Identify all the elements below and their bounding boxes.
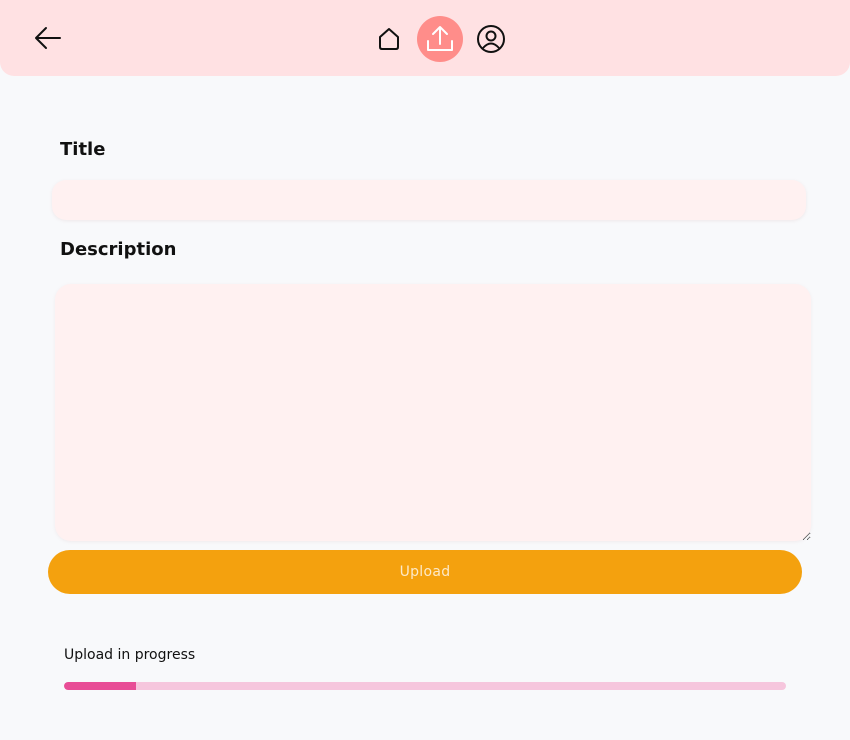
nav-profile-button[interactable] [474,22,508,56]
upload-progress-fill [64,682,137,690]
top-nav-bar [0,0,850,76]
upload-progress-bar [64,682,786,690]
description-textarea[interactable] [55,284,811,541]
upload-icon [427,26,453,51]
arrow-left-icon [35,27,61,49]
title-label: Title [60,139,106,160]
nav-home-button[interactable] [372,22,406,56]
description-label: Description [60,239,177,260]
title-input[interactable] [52,180,806,220]
nav-upload-button[interactable] [417,16,463,62]
upload-button[interactable]: Upload [48,550,802,594]
progress-label: Upload in progress [64,647,196,663]
profile-icon [477,25,505,53]
back-button[interactable] [32,22,64,54]
home-icon [379,28,399,50]
